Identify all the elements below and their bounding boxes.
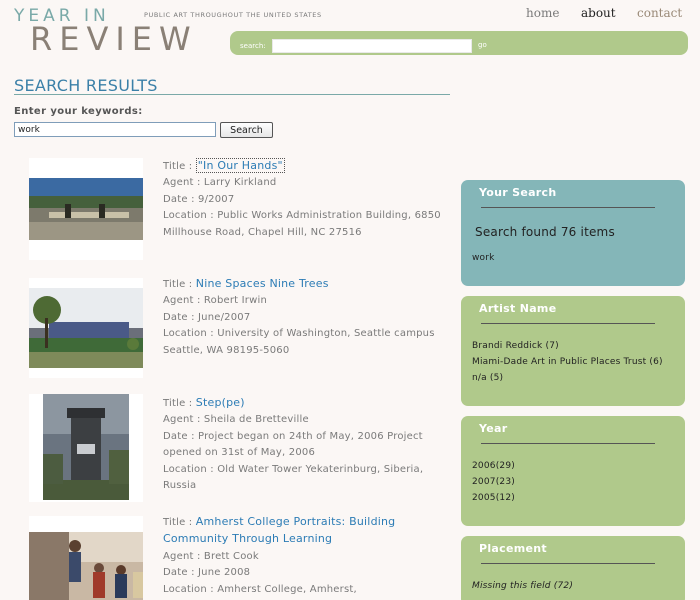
- result-thumbnail-image[interactable]: [43, 394, 129, 500]
- tagline: PUBLIC ART THROUGHOUT THE UNITED STATES: [144, 11, 322, 19]
- year-heading: Year: [479, 422, 508, 435]
- result-title-link[interactable]: "In Our Hands": [195, 158, 285, 173]
- search-button[interactable]: Search: [220, 122, 273, 138]
- result-thumbnail-image[interactable]: [29, 288, 143, 368]
- result-location: Location : Old Water Tower Yekaterinburg…: [163, 463, 424, 492]
- keyword-label: Enter your keywords:: [14, 106, 143, 117]
- artist-name-heading: Artist Name: [479, 302, 557, 315]
- result-title-label: Title :: [163, 398, 193, 409]
- result-title-link[interactable]: Amherst College Portraits: Building Comm…: [163, 515, 395, 545]
- result-title-label: Title :: [163, 161, 193, 172]
- search-summary: Search found 76 items: [475, 225, 615, 239]
- result-thumbnail-image[interactable]: [29, 178, 143, 240]
- placement-heading: Placement: [479, 542, 547, 555]
- artist-name-panel: Artist Name Brandi Reddick (7) Miami-Dad…: [461, 296, 685, 406]
- panel-divider: [481, 563, 655, 564]
- result-meta: Title : Amherst College Portraits: Build…: [163, 514, 443, 598]
- artist-filter-item[interactable]: Brandi Reddick (7): [472, 341, 559, 351]
- nav-home-link[interactable]: home: [526, 6, 559, 20]
- result-location: Location : Amherst College, Amherst,: [163, 583, 357, 595]
- result-title-label: Title :: [163, 279, 193, 290]
- header-search-go-button[interactable]: go: [478, 41, 487, 49]
- header-search-label: search:: [240, 42, 266, 50]
- result-agent: Agent : Robert Irwin: [163, 295, 268, 307]
- result-title-link[interactable]: Step(pe): [196, 396, 245, 409]
- result-date: Date : 9/2007: [163, 193, 235, 205]
- result-date: Date : Project began on 24th of May, 200…: [163, 430, 423, 459]
- panel-divider: [481, 323, 655, 324]
- title-divider: [14, 94, 450, 95]
- result-meta: Title : "In Our Hands" Agent : Larry Kir…: [163, 158, 443, 241]
- artist-filter-item[interactable]: n/a (5): [472, 373, 503, 383]
- logo-review: REVIEW: [30, 20, 198, 58]
- header-search-bar: search: go: [230, 31, 688, 55]
- result-title-link[interactable]: Nine Spaces Nine Trees: [196, 277, 329, 290]
- placement-filter-item[interactable]: Missing this field (72): [472, 581, 573, 591]
- header-search-input[interactable]: [272, 39, 472, 53]
- result-title-label: Title :: [163, 517, 193, 528]
- search-term: work: [472, 253, 495, 263]
- keyword-input[interactable]: [14, 122, 216, 137]
- nav-contact-link[interactable]: contact: [637, 6, 682, 20]
- result-meta: Title : Step(pe) Agent : Sheila de Brett…: [163, 395, 443, 494]
- year-filter-item[interactable]: 2005(12): [472, 493, 515, 503]
- result-agent: Agent : Sheila de Bretteville: [163, 414, 309, 426]
- nav-about-link[interactable]: about: [581, 6, 616, 20]
- result-meta: Title : Nine Spaces Nine Trees Agent : R…: [163, 276, 443, 359]
- result-date: Date : June 2008: [163, 567, 251, 579]
- result-thumbnail-image[interactable]: [29, 532, 143, 600]
- result-agent: Agent : Larry Kirkland: [163, 177, 277, 189]
- result-location: Location : Public Works Administration B…: [163, 210, 441, 238]
- result-agent: Agent : Brett Cook: [163, 550, 259, 562]
- placement-panel: Placement Missing this field (72): [461, 536, 685, 600]
- year-panel: Year 2006(29) 2007(23) 2005(12): [461, 416, 685, 526]
- year-filter-item[interactable]: 2007(23): [472, 477, 515, 487]
- your-search-panel: Your Search Search found 76 items work: [461, 180, 685, 286]
- panel-divider: [481, 207, 655, 208]
- result-location: Location : University of Washington, Sea…: [163, 328, 435, 356]
- panel-divider: [481, 443, 655, 444]
- year-filter-item[interactable]: 2006(29): [472, 461, 515, 471]
- result-date: Date : June/2007: [163, 311, 251, 323]
- artist-filter-item[interactable]: Miami-Dade Art in Public Places Trust (6…: [472, 357, 663, 367]
- your-search-heading: Your Search: [479, 186, 557, 199]
- page-title: SEARCH RESULTS: [14, 76, 158, 95]
